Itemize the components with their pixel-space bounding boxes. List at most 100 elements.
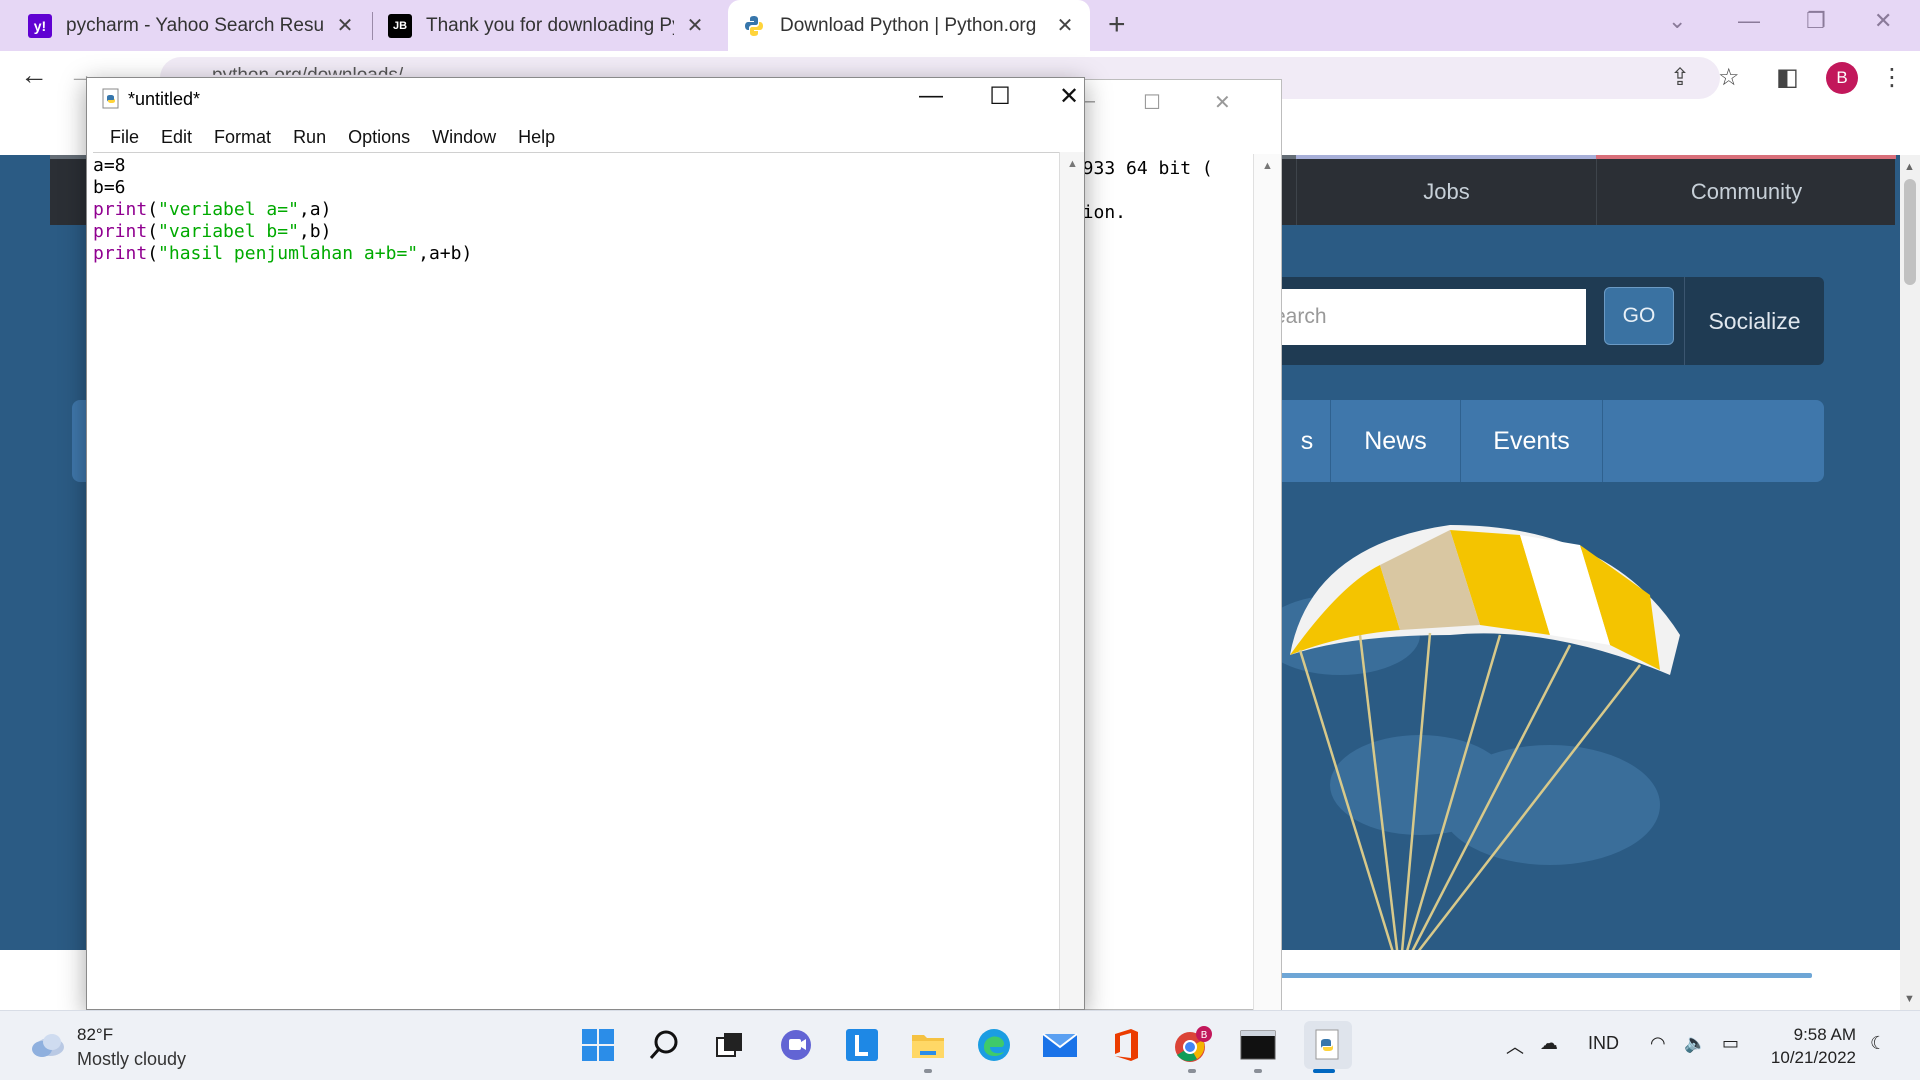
profile-avatar[interactable]: B [1826,62,1858,94]
mail-icon[interactable] [1040,1025,1080,1065]
menu-file[interactable]: File [99,122,150,152]
clock-time: 9:58 AM [1793,1025,1856,1044]
shell-scrollbar[interactable]: ▲ [1253,154,1281,1011]
office-icon[interactable] [1106,1025,1146,1065]
windows-start-icon[interactable] [578,1025,618,1065]
terminal-icon[interactable] [1238,1025,1278,1065]
socialize-button[interactable]: Socialize [1684,277,1824,365]
tab-divider [372,12,373,40]
windows-taskbar: 82°F Mostly cloudy B ︿ ☁ IND ◠ 🔈 ▭ 9:58 … [0,1010,1920,1080]
l-app-icon[interactable] [842,1025,882,1065]
idle-python-icon[interactable] [1304,1021,1352,1069]
code-string: "veriabel a=" [158,199,299,220]
system-clock[interactable]: 9:58 AM 10/21/2022 [1766,1023,1856,1069]
task-view-icon[interactable] [710,1025,750,1065]
code-editor-area[interactable]: a=8 b=6 print("veriabel a=",a) print("va… [93,152,1059,1009]
minimize-icon[interactable]: — [1738,8,1760,34]
python-icon [742,14,766,38]
bookmark-star-icon[interactable]: ☆ [1718,63,1740,92]
code-string: "variabel b=" [158,221,299,242]
page-scrollbar[interactable]: ▲ ▼ [1900,155,1920,1010]
scroll-up-icon[interactable]: ▲ [1262,160,1273,172]
subnav-news[interactable]: News [1330,400,1460,482]
code-line: print("hasil penjumlahan a+b=",a+b) [93,243,1059,265]
code-line: print("veriabel a=",a) [93,199,1059,221]
wifi-icon[interactable]: ◠ [1650,1033,1666,1054]
close-tab-icon[interactable]: ✕ [1054,13,1076,38]
language-indicator[interactable]: IND [1588,1033,1619,1054]
code-text: a=8 [93,155,126,176]
scroll-up-icon[interactable]: ▲ [1067,158,1078,170]
editor-menu-bar: File Edit Format Run Options Window Help [87,122,1084,152]
tab-label: pycharm - Yahoo Search Results [66,14,324,36]
scroll-up-icon[interactable]: ▲ [1904,161,1915,173]
editor-maximize-icon[interactable]: ☐ [980,82,1020,111]
close-tab-icon[interactable]: ✕ [684,13,706,38]
site-search-input[interactable]: earch [1240,289,1586,345]
tab-label: Download Python | Python.org [780,14,1037,36]
editor-scrollbar[interactable]: ▲ [1059,152,1084,1009]
volume-icon[interactable]: 🔈 [1684,1033,1706,1054]
new-tab-button[interactable]: + [1108,8,1126,42]
idle-editor-window[interactable]: *untitled* — ☐ ✕ File Edit Format Run Op… [86,77,1085,1010]
notification-moon-icon[interactable]: ☾ [1870,1033,1886,1054]
kebab-menu-icon[interactable]: ⋮ [1880,63,1904,92]
tab-label: Thank you for downloading PyCh [426,14,674,36]
browser-tab-strip: y! pycharm - Yahoo Search Results ✕ JB T… [0,0,1920,51]
app-running-indicator [924,1069,932,1073]
share-icon[interactable]: ⇪ [1670,63,1690,92]
code-text: ,a+b) [418,243,473,264]
menu-help[interactable]: Help [507,122,566,152]
side-panel-icon[interactable]: ◧ [1776,63,1799,92]
close-window-icon[interactable]: ✕ [1874,8,1892,34]
subnav-events[interactable]: Events [1460,400,1602,482]
code-text: ,b) [298,221,332,242]
subnav-item-partial[interactable]: s [1282,400,1332,482]
menu-window[interactable]: Window [421,122,507,152]
chrome-profile-badge: B [1201,1030,1208,1041]
search-icon[interactable] [644,1025,684,1065]
code-text: ( [147,243,159,264]
onedrive-cloud-icon[interactable]: ☁ [1540,1033,1558,1054]
yahoo-icon: y! [28,13,52,38]
weather-condition[interactable]: Mostly cloudy [77,1049,186,1070]
shell-close-icon[interactable]: ✕ [1214,90,1231,115]
nav-jobs[interactable]: Jobs [1296,159,1596,225]
code-keyword: print [93,243,148,264]
scroll-down-icon[interactable]: ▼ [1904,993,1915,1005]
scrollbar-thumb[interactable] [1904,179,1916,285]
close-tab-icon[interactable]: ✕ [334,13,356,38]
jetbrains-icon: JB [388,13,412,38]
menu-edit[interactable]: Edit [150,122,203,152]
active-app-indicator [1313,1069,1335,1073]
show-hidden-icons-chevron-icon[interactable]: ︿ [1506,1033,1524,1059]
restore-icon[interactable]: ❐ [1806,8,1826,34]
editor-title-bar[interactable]: *untitled* — ☐ ✕ [87,78,1084,120]
editor-close-icon[interactable]: ✕ [1049,82,1089,111]
edge-browser-icon[interactable] [974,1025,1014,1065]
code-line: a=8 [93,155,1059,177]
menu-options[interactable]: Options [337,122,421,152]
menu-run[interactable]: Run [282,122,337,152]
menu-format[interactable]: Format [203,122,282,152]
tab-python-download[interactable]: Download Python | Python.org ✕ [728,0,1090,51]
idle-shell-window[interactable]: — ☐ ✕ .1933 64 bit ( ation. ▲ [1060,79,1282,1011]
back-arrow-icon[interactable]: ← [20,59,48,91]
code-string: "hasil penjumlahan a+b=" [158,243,419,264]
code-text: ( [147,221,159,242]
tab-yahoo-search[interactable]: y! pycharm - Yahoo Search Results ✕ [14,0,370,51]
file-explorer-icon[interactable] [908,1025,948,1065]
tab-search-chevron-icon[interactable]: ⌄ [1668,8,1686,34]
search-go-button[interactable]: GO [1604,287,1674,345]
teams-chat-icon[interactable] [776,1025,816,1065]
subnav-divider [1602,400,1603,482]
battery-icon[interactable]: ▭ [1722,1033,1739,1054]
shell-maximize-icon[interactable]: ☐ [1143,90,1161,115]
cloud-weather-icon[interactable] [30,1031,66,1059]
nav-community[interactable]: Community [1596,159,1896,225]
weather-temperature[interactable]: 82°F [77,1025,113,1045]
code-line: b=6 [93,177,1059,199]
tab-jetbrains[interactable]: JB Thank you for downloading PyCh ✕ [374,0,720,51]
chrome-icon[interactable]: B [1172,1025,1212,1065]
editor-minimize-icon[interactable]: — [911,82,951,110]
